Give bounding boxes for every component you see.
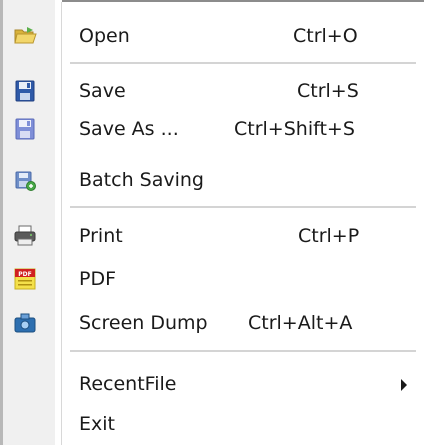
menu-item-label: Save bbox=[79, 80, 126, 102]
save-as-disk-icon bbox=[13, 118, 37, 140]
menu-item-recent-file[interactable]: RecentFile bbox=[3, 364, 415, 404]
menu-item-save-as[interactable]: Save As ... Ctrl+Shift+S bbox=[3, 109, 415, 149]
open-folder-icon bbox=[13, 25, 37, 47]
menu-item-open[interactable]: Open Ctrl+O bbox=[3, 16, 415, 56]
menu-item-label: Open bbox=[79, 25, 130, 47]
menu-separator bbox=[70, 350, 416, 353]
menu-item-screen-dump[interactable]: Screen Dump Ctrl+Alt+A bbox=[3, 303, 415, 343]
menu-item-label: Save As ... bbox=[79, 118, 179, 140]
submenu-arrow-icon bbox=[401, 379, 407, 391]
menu-item-print[interactable]: Print Ctrl+P bbox=[3, 216, 415, 256]
svg-text:PDF: PDF bbox=[18, 271, 31, 278]
menu-item-shortcut: Ctrl+P bbox=[298, 225, 360, 247]
save-disk-icon bbox=[13, 80, 37, 102]
menu-item-exit[interactable]: Exit bbox=[3, 404, 415, 444]
menu-item-shortcut: Ctrl+O bbox=[293, 25, 358, 47]
menu-separator bbox=[70, 206, 416, 209]
menu-item-label: Print bbox=[79, 225, 123, 247]
printer-icon bbox=[13, 225, 37, 247]
menu-item-label: Exit bbox=[79, 413, 115, 435]
menu-item-label: Screen Dump bbox=[79, 312, 208, 334]
file-menu: Open Ctrl+O Save Ctrl+S Save As ... Ctrl… bbox=[0, 0, 424, 445]
menu-separator bbox=[70, 62, 416, 65]
menu-item-pdf[interactable]: PDF PDF bbox=[3, 259, 415, 299]
menu-item-shortcut: Ctrl+Shift+S bbox=[234, 118, 355, 140]
menu-item-label: RecentFile bbox=[79, 373, 177, 395]
menu-item-label: Batch Saving bbox=[79, 169, 204, 191]
menu-item-shortcut: Ctrl+Alt+A bbox=[248, 312, 353, 334]
pdf-icon: PDF bbox=[13, 268, 37, 290]
menu-item-batch-saving[interactable]: Batch Saving bbox=[3, 160, 415, 200]
menu-item-label: PDF bbox=[79, 268, 117, 290]
batch-save-icon bbox=[13, 169, 37, 191]
screen-dump-icon bbox=[13, 312, 37, 334]
menu-item-save[interactable]: Save Ctrl+S bbox=[3, 71, 415, 111]
menu-item-shortcut: Ctrl+S bbox=[297, 80, 359, 102]
